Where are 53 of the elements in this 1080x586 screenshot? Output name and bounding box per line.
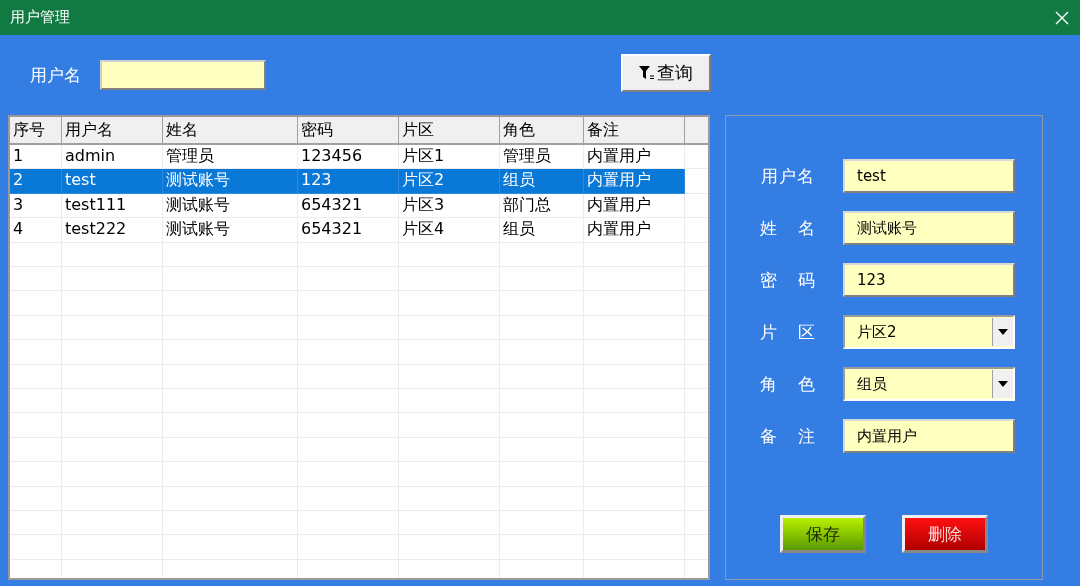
window-title: 用户管理 [10,8,70,27]
table-cell: 4 [10,218,62,243]
delete-button[interactable]: 删除 [902,515,988,553]
field-label: 密 码 [759,268,817,292]
table-cell: 测试账号 [163,169,298,194]
dropdown-arrow-icon [998,381,1008,387]
table-row[interactable]: 3 test111 测试账号 654321 片区3 部门总 内置用户 [10,193,708,219]
close-icon[interactable] [1054,9,1070,26]
table-row[interactable]: 2 test 测试账号 123 片区2 组员 内置用户 [10,169,685,194]
table-cell: test222 [62,218,163,243]
table-cell: 123 [298,169,399,194]
column-header[interactable]: 序号 [10,117,62,143]
table-row[interactable]: 4 test222 测试账号 654321 片区4 组员 内置用户 [10,218,708,243]
column-header[interactable]: 用户名 [62,117,163,143]
table-cell: 内置用户 [584,218,685,243]
field-label: 片 区 [759,320,817,344]
table-cell: 654321 [298,218,399,243]
dropdown-field[interactable]: 组员 [843,367,1015,401]
table-cell: test111 [62,193,163,219]
dropdown-field[interactable]: 片区2 [843,315,1015,349]
table-cell: 内置用户 [584,169,685,194]
table-cell: 部门总 [500,193,584,219]
column-header[interactable]: 片区 [399,117,500,143]
table-cell: 片区3 [399,193,500,219]
column-header[interactable]: 备注 [584,117,685,143]
field-label: 角 色 [759,372,817,396]
input-field[interactable]: 测试账号 [843,211,1015,245]
table-cell: 内置用户 [584,193,685,219]
table-cell: 片区2 [399,169,500,194]
query-button[interactable]: 查询 [621,54,711,92]
input-field[interactable]: 内置用户 [843,419,1015,453]
field-label: 用户名 [760,164,816,188]
column-header[interactable]: 姓名 [163,117,298,143]
table-cell: 3 [10,193,62,219]
dropdown-arrow-icon [998,329,1008,335]
table-cell: 片区4 [399,218,500,243]
table-cell: test [62,169,163,194]
column-header[interactable]: 密码 [298,117,399,143]
field-label: 姓 名 [759,216,817,240]
column-header[interactable]: 角色 [500,117,584,143]
field-label: 备 注 [759,424,817,448]
input-field[interactable]: test [843,159,1015,193]
table-cell: 测试账号 [163,193,298,219]
username-label: 用户名 [30,63,82,87]
table-cell: 组员 [500,218,584,243]
filter-icon [639,66,655,80]
table-cell: 654321 [298,193,399,219]
table-cell: 组员 [500,169,584,194]
table-cell: 测试账号 [163,218,298,243]
input-field[interactable]: 123 [843,263,1015,297]
save-button[interactable]: 保存 [780,515,866,553]
username-search-field[interactable] [100,60,266,90]
table-cell: 2 [10,169,62,194]
